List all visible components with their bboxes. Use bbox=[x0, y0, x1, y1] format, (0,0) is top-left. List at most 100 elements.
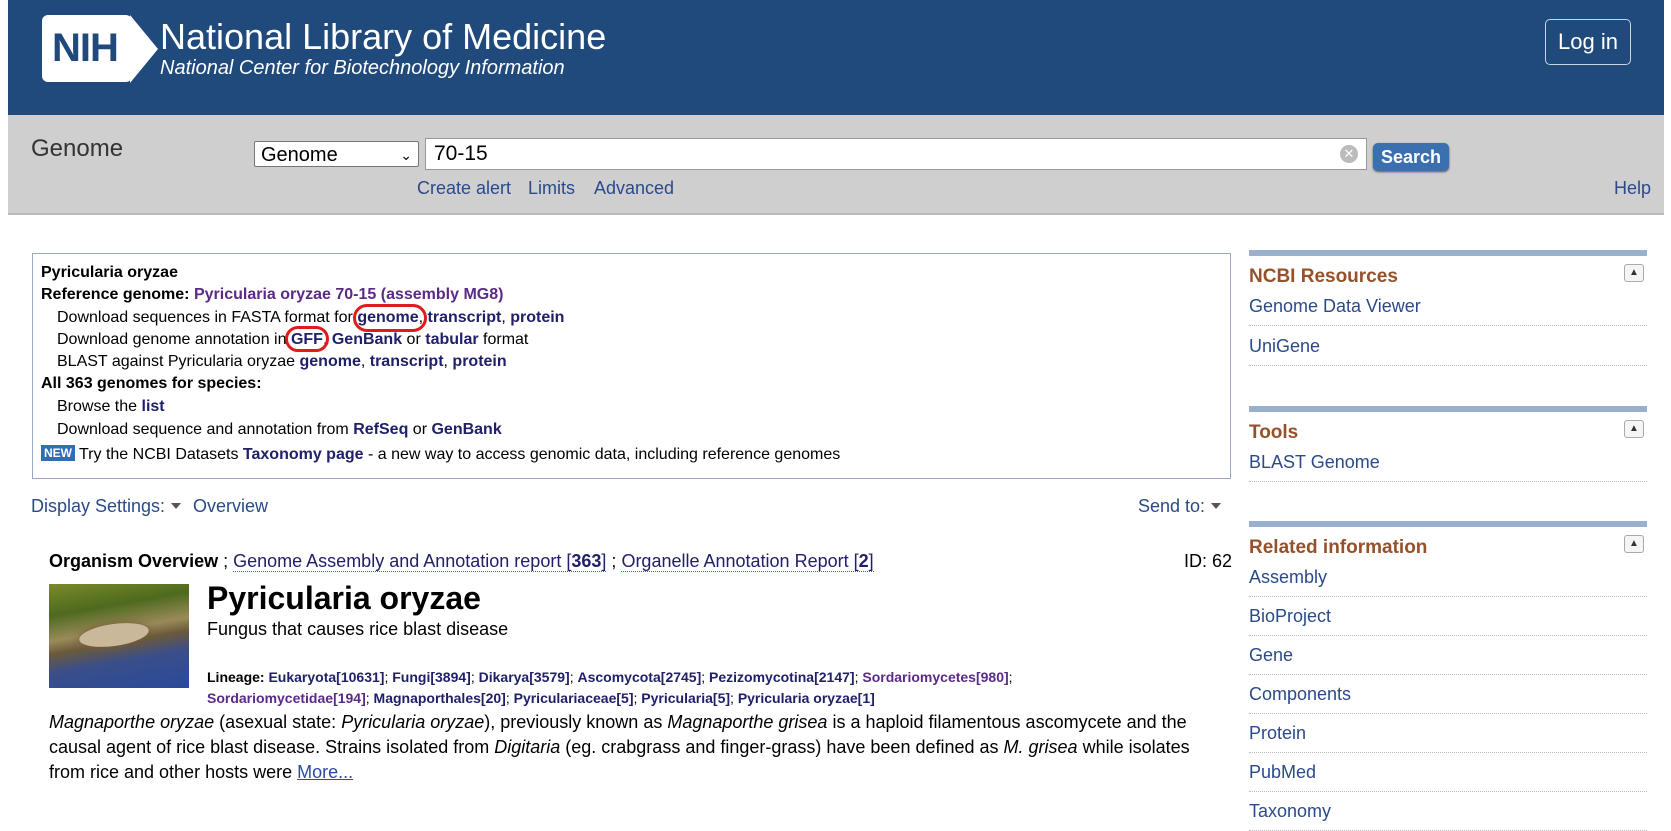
lineage-count: 980 bbox=[980, 669, 1004, 685]
datasets-line: NEW Try the NCBI Datasets Taxonomy page -… bbox=[41, 445, 840, 464]
send-to-label: Send to: bbox=[1138, 496, 1206, 516]
lesion-shape bbox=[77, 619, 151, 651]
gene-link[interactable]: Gene bbox=[1249, 645, 1647, 675]
genbank-link[interactable]: GenBank bbox=[332, 331, 402, 348]
browse-line: Browse the list bbox=[57, 398, 165, 416]
blast-protein-link[interactable]: protein bbox=[452, 353, 506, 370]
genome-id: ID: 62 bbox=[1184, 551, 1233, 571]
chevron-down-icon: ⌄ bbox=[400, 147, 412, 163]
dropdown-arrow-icon bbox=[171, 503, 182, 509]
nlm-title[interactable]: National Library of Medicine bbox=[160, 16, 606, 58]
nlm-header: NIH National Library of Medicine Nationa… bbox=[8, 0, 1664, 115]
blast-genome-link[interactable]: genome bbox=[300, 353, 361, 370]
clear-icon[interactable]: ✕ bbox=[1340, 145, 1358, 163]
ncbi-resources-title: NCBI Resources bbox=[1249, 266, 1398, 287]
download-prefix: Download sequence and annotation from bbox=[57, 421, 349, 438]
species-heading: Pyricularia oryzae bbox=[41, 264, 178, 281]
protein-link[interactable]: Protein bbox=[1249, 723, 1647, 753]
collapse-icon[interactable]: ▲ bbox=[1624, 420, 1644, 438]
send-to-menu[interactable]: Send to: bbox=[1138, 496, 1222, 517]
lineage-count: 5 bbox=[717, 690, 726, 706]
organism-name: Pyricularia oryzae bbox=[207, 580, 481, 616]
related-information-title: Related information bbox=[1249, 537, 1428, 558]
reference-genome-line: Reference genome: Pyricularia oryzae 70-… bbox=[41, 286, 503, 304]
nih-logo-text: NIH bbox=[52, 26, 119, 70]
overview-label: Organism Overview bbox=[49, 551, 219, 571]
lineage-item[interactable]: Pyricularia[5] bbox=[641, 690, 730, 706]
browse-prefix: Browse the bbox=[57, 398, 138, 415]
taxonomy-link[interactable]: Taxonomy bbox=[1249, 801, 1647, 831]
more-link[interactable]: More... bbox=[297, 762, 353, 782]
italic-term: Magnaporthe oryzae bbox=[49, 712, 215, 732]
panel-divider bbox=[1249, 521, 1647, 527]
login-button[interactable]: Log in bbox=[1545, 19, 1631, 65]
lineage-name: Magnaporthales bbox=[373, 690, 481, 706]
advanced-link[interactable]: Advanced bbox=[594, 178, 674, 199]
lineage-name: Fungi bbox=[392, 669, 431, 685]
reference-genome-link[interactable]: Pyricularia oryzae 70-15 (assembly MG8) bbox=[194, 286, 504, 303]
lineage-item[interactable]: Ascomycota[2745] bbox=[578, 669, 702, 685]
genome-data-viewer-link[interactable]: Genome Data Viewer bbox=[1249, 296, 1647, 326]
lineage-count: 1 bbox=[862, 690, 871, 706]
italic-term: M. grisea bbox=[1003, 737, 1078, 757]
blast-transcript-link[interactable]: transcript bbox=[370, 353, 444, 370]
unigene-link[interactable]: UniGene bbox=[1249, 336, 1647, 366]
organism-image[interactable] bbox=[49, 584, 189, 688]
datasets-prefix: Try the NCBI Datasets bbox=[79, 446, 239, 463]
fasta-download-line: Download sequences in FASTA format for g… bbox=[57, 309, 565, 326]
report-link-text: Organelle Annotation Report [ bbox=[621, 551, 859, 571]
lineage-count: 5 bbox=[621, 690, 629, 706]
ncbi-subtitle: National Center for Biotechnology Inform… bbox=[160, 57, 565, 79]
reference-label: Reference genome: bbox=[41, 286, 190, 303]
lineage-item[interactable]: Fungi[3894] bbox=[392, 669, 471, 685]
blast-genome-link[interactable]: BLAST Genome bbox=[1249, 452, 1647, 482]
highlight-oval bbox=[285, 326, 329, 352]
lineage-name: Dikarya bbox=[478, 669, 530, 685]
help-link[interactable]: Help bbox=[1614, 178, 1651, 199]
collapse-icon[interactable]: ▲ bbox=[1624, 535, 1644, 553]
lineage-name: Eukaryota bbox=[268, 669, 337, 685]
refseq-download-line: Download sequence and annotation from Re… bbox=[57, 421, 502, 439]
search-button[interactable]: Search bbox=[1373, 143, 1449, 171]
assembly-link[interactable]: Assembly bbox=[1249, 567, 1647, 597]
lineage-item[interactable]: Dikarya[3579] bbox=[479, 669, 570, 685]
lineage: Lineage: Eukaryota[10631]; Fungi[3894]; … bbox=[207, 669, 1013, 706]
genbank-download-link[interactable]: GenBank bbox=[431, 421, 501, 438]
genome-assembly-report-link[interactable]: Genome Assembly and Annotation report [3… bbox=[233, 551, 607, 572]
tabular-link[interactable]: tabular bbox=[425, 331, 478, 348]
fasta-transcript-link[interactable]: transcript bbox=[428, 309, 502, 326]
lineage-item[interactable]: Pyriculariaceae[5] bbox=[514, 690, 634, 706]
summary-text: ), previously known as bbox=[484, 712, 668, 732]
lineage-count: 3579 bbox=[533, 669, 566, 685]
overview-link[interactable]: Overview bbox=[193, 496, 268, 517]
components-link[interactable]: Components bbox=[1249, 684, 1647, 714]
create-alert-link[interactable]: Create alert bbox=[417, 178, 511, 199]
lineage-item[interactable]: Sordariomycetes[980] bbox=[862, 669, 1008, 685]
new-badge: NEW bbox=[41, 445, 75, 461]
lineage-item[interactable]: Pyricularia oryzae[1] bbox=[738, 690, 875, 706]
reference-genome-box: Pyricularia oryzae Reference genome: Pyr… bbox=[32, 253, 1231, 479]
lineage-item[interactable]: Sordariomycetidae[194] bbox=[207, 690, 366, 706]
report-count: 363 bbox=[571, 551, 602, 571]
lineage-count: 20 bbox=[485, 690, 502, 706]
separator: ; bbox=[611, 551, 617, 571]
organism-summary: Magnaporthe oryzae (asexual state: Pyric… bbox=[49, 710, 1209, 785]
lineage-name: Pezizomycotina bbox=[709, 669, 815, 685]
database-select[interactable]: Genome ⌄ bbox=[254, 141, 419, 167]
pubmed-link[interactable]: PubMed bbox=[1249, 762, 1647, 792]
bioproject-link[interactable]: BioProject bbox=[1249, 606, 1647, 636]
search-input[interactable]: 70-15 ✕ bbox=[425, 138, 1367, 170]
taxonomy-page-link[interactable]: Taxonomy page bbox=[243, 446, 364, 463]
lineage-item[interactable]: Magnaporthales[20] bbox=[374, 690, 506, 706]
refseq-link[interactable]: RefSeq bbox=[353, 421, 408, 438]
genome-list-link[interactable]: list bbox=[142, 398, 165, 415]
lineage-item[interactable]: Eukaryota[10631] bbox=[268, 669, 384, 685]
display-settings-menu[interactable]: Display Settings: bbox=[31, 496, 182, 517]
fasta-protein-link[interactable]: protein bbox=[510, 309, 564, 326]
lineage-item[interactable]: Pezizomycotina[2147] bbox=[709, 669, 855, 685]
organelle-report-link[interactable]: Organelle Annotation Report [2] bbox=[621, 551, 874, 572]
collapse-icon[interactable]: ▲ bbox=[1624, 264, 1644, 282]
database-title: Genome bbox=[31, 135, 124, 162]
highlight-oval bbox=[353, 304, 427, 332]
limits-link[interactable]: Limits bbox=[528, 178, 575, 199]
